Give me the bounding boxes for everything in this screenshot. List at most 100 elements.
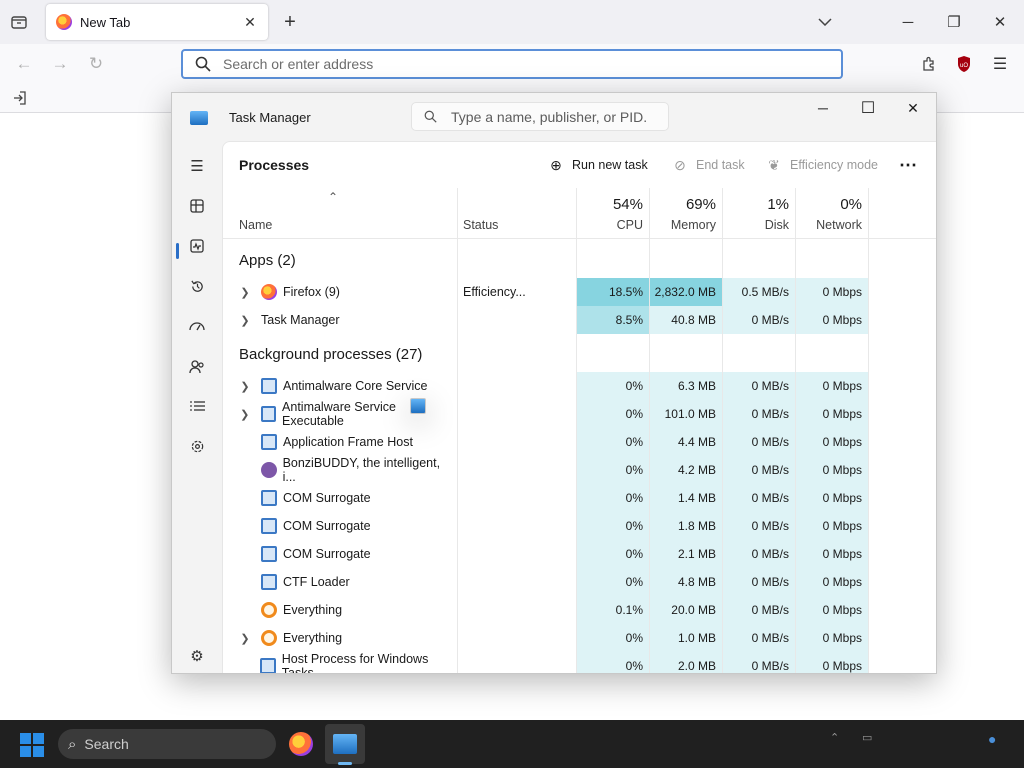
window-minimize-button[interactable]: ─ <box>896 11 920 33</box>
reload-icon[interactable]: ↻ <box>84 52 108 76</box>
service-icon <box>261 490 277 506</box>
process-name-cell: COM Surrogate <box>239 512 454 540</box>
cpu-cell: 0% <box>577 484 649 512</box>
process-row[interactable]: COM Surrogate 0% 2.1 MB 0 MB/s 0 Mbps <box>223 540 936 568</box>
puzzle-icon[interactable] <box>917 52 941 76</box>
hamburger-icon[interactable]: ☰ <box>182 151 212 181</box>
process-row[interactable]: ❯ Everything 0% 1.0 MB 0 MB/s 0 Mbps <box>223 624 936 652</box>
column-header-cpu[interactable]: 54% CPU <box>576 188 649 238</box>
process-name: CTF Loader <box>283 575 350 589</box>
svg-text:uO: uO <box>960 63 968 69</box>
disk-cell: 0 MB/s <box>723 372 795 400</box>
process-row[interactable]: COM Surrogate 0% 1.4 MB 0 MB/s 0 Mbps <box>223 484 936 512</box>
performance-icon[interactable] <box>182 231 212 261</box>
memory-cell: 6.3 MB <box>650 372 722 400</box>
run-new-task-button[interactable]: ⊕ Run new task <box>547 151 648 179</box>
tab-list-folder-icon[interactable] <box>8 11 30 33</box>
column-header-network[interactable]: 0% Network <box>795 188 868 238</box>
app-history-icon[interactable] <box>182 271 212 301</box>
process-name-cell: Host Process for Windows Tasks <box>239 652 454 674</box>
taskbar-firefox[interactable] <box>281 724 321 764</box>
process-name-cell: ❯ Firefox (9) <box>239 278 454 306</box>
process-name: Host Process for Windows Tasks <box>281 652 429 674</box>
process-row[interactable]: ❯ Antimalware Service Executable 0% 101.… <box>223 400 936 428</box>
notification-bell-icon[interactable]: ● <box>988 731 996 747</box>
close-button[interactable]: ✕ <box>890 93 936 123</box>
shield-icon[interactable]: uO <box>952 52 976 76</box>
search-icon <box>195 56 211 72</box>
process-row[interactable]: ❯ Task Manager 8.5% 40.8 MB 0 MB/s 0 Mbp… <box>223 306 936 414</box>
process-search-input[interactable] <box>449 107 649 126</box>
firefox-icon <box>261 284 277 300</box>
chevron-right-icon[interactable]: ❯ <box>239 380 251 393</box>
column-header-memory[interactable]: 69% Memory <box>649 188 722 238</box>
disk-cell: 0 MB/s <box>723 624 795 652</box>
process-row[interactable]: ❯ Antimalware Core Service 0% 6.3 MB 0 M… <box>223 372 936 400</box>
memory-cell: 4.8 MB <box>650 568 722 596</box>
process-search[interactable] <box>411 102 669 131</box>
more-options-button[interactable]: ⋯ <box>899 151 917 179</box>
startup-apps-icon[interactable] <box>182 311 212 341</box>
process-table: ⌃ Name Status 54% CPU 69% Memory 1% Disk… <box>223 188 936 674</box>
memory-percent: 69% <box>685 196 716 213</box>
tray-network-icon[interactable]: ▭ <box>862 731 872 744</box>
settings-icon[interactable]: ⚙ <box>182 641 212 671</box>
taskbar-task-manager[interactable] <box>325 724 365 764</box>
memory-cell: 2.0 MB <box>650 652 722 673</box>
window-close-button[interactable]: ✕ <box>988 11 1012 33</box>
cpu-cell: 0% <box>577 512 649 540</box>
chevron-right-icon[interactable]: ❯ <box>239 632 251 645</box>
chevron-right-icon[interactable]: ❯ <box>239 286 251 299</box>
cpu-cell: 0% <box>577 652 649 673</box>
process-row[interactable]: COM Surrogate 0% 1.8 MB 0 MB/s 0 Mbps <box>223 512 936 540</box>
tab-new-tab[interactable]: New Tab ✕ <box>46 4 268 40</box>
process-row[interactable]: CTF Loader 0% 4.8 MB 0 MB/s 0 Mbps <box>223 568 936 596</box>
windows-start-icon[interactable] <box>20 733 44 757</box>
column-header-disk[interactable]: 1% Disk <box>722 188 795 238</box>
processes-page: Processes ⊕ Run new task ⊘ End task ❦ Ef… <box>222 141 936 674</box>
chevron-right-icon[interactable]: ❯ <box>239 314 251 327</box>
taskbar-search[interactable]: ⌕ Search <box>58 729 276 759</box>
end-task-label: End task <box>696 158 745 172</box>
service-icon <box>261 546 277 562</box>
process-row[interactable]: ❯ Firefox (9) Efficiency... 18.5% 2,832.… <box>223 278 936 306</box>
cpu-cell: 0% <box>577 568 649 596</box>
services-icon[interactable] <box>182 431 212 461</box>
url-input[interactable] <box>221 55 781 73</box>
disk-cell: 0 MB/s <box>723 428 795 456</box>
maximize-button[interactable]: ☐ <box>845 93 891 123</box>
efficiency-mode-button[interactable]: ❦ Efficiency mode <box>765 151 878 179</box>
disk-cell: 0 MB/s <box>723 540 795 568</box>
column-header-status[interactable]: Status <box>457 188 576 238</box>
sign-in-icon[interactable] <box>10 88 30 108</box>
column-header-name[interactable]: ⌃ Name <box>223 188 457 238</box>
back-arrow-icon[interactable]: ← <box>12 52 36 76</box>
details-icon[interactable] <box>182 391 212 421</box>
tray-chevron-icon[interactable]: ⌃ <box>830 731 839 744</box>
memory-cell: 4.2 MB <box>650 456 722 484</box>
everything-icon <box>261 630 277 646</box>
process-name-cell: Everything <box>239 596 454 624</box>
hamburger-icon[interactable]: ☰ <box>988 52 1012 76</box>
minimize-button[interactable]: ─ <box>800 93 846 123</box>
plus-icon[interactable]: + <box>279 11 301 33</box>
chevron-right-icon[interactable]: ❯ <box>239 408 251 421</box>
process-name-cell: ❯ Everything <box>239 624 454 652</box>
column-name-label: Name <box>239 218 273 232</box>
process-name: Everything <box>283 603 343 617</box>
processes-icon[interactable] <box>182 191 212 221</box>
url-bar[interactable] <box>181 49 843 79</box>
forward-arrow-icon[interactable]: → <box>48 52 72 76</box>
process-row[interactable]: Everything 0.1% 20.0 MB 0 MB/s 0 Mbps <box>223 596 936 624</box>
end-task-icon: ⊘ <box>674 156 686 173</box>
chevron-down-icon[interactable] <box>814 11 836 33</box>
process-row[interactable]: Host Process for Windows Tasks 0% 2.0 MB… <box>223 652 936 674</box>
firefox-icon <box>56 14 72 30</box>
close-icon[interactable]: ✕ <box>238 10 262 34</box>
process-row[interactable]: BonziBUDDY, the intelligent, i... 0% 4.2… <box>223 456 936 484</box>
users-icon[interactable] <box>182 351 212 381</box>
window-maximize-button[interactable]: ❐ <box>942 11 966 33</box>
process-name-cell: CTF Loader <box>239 568 454 596</box>
process-row[interactable]: Application Frame Host 0% 4.4 MB 0 MB/s … <box>223 428 936 456</box>
end-task-button[interactable]: ⊘ End task <box>671 151 745 179</box>
